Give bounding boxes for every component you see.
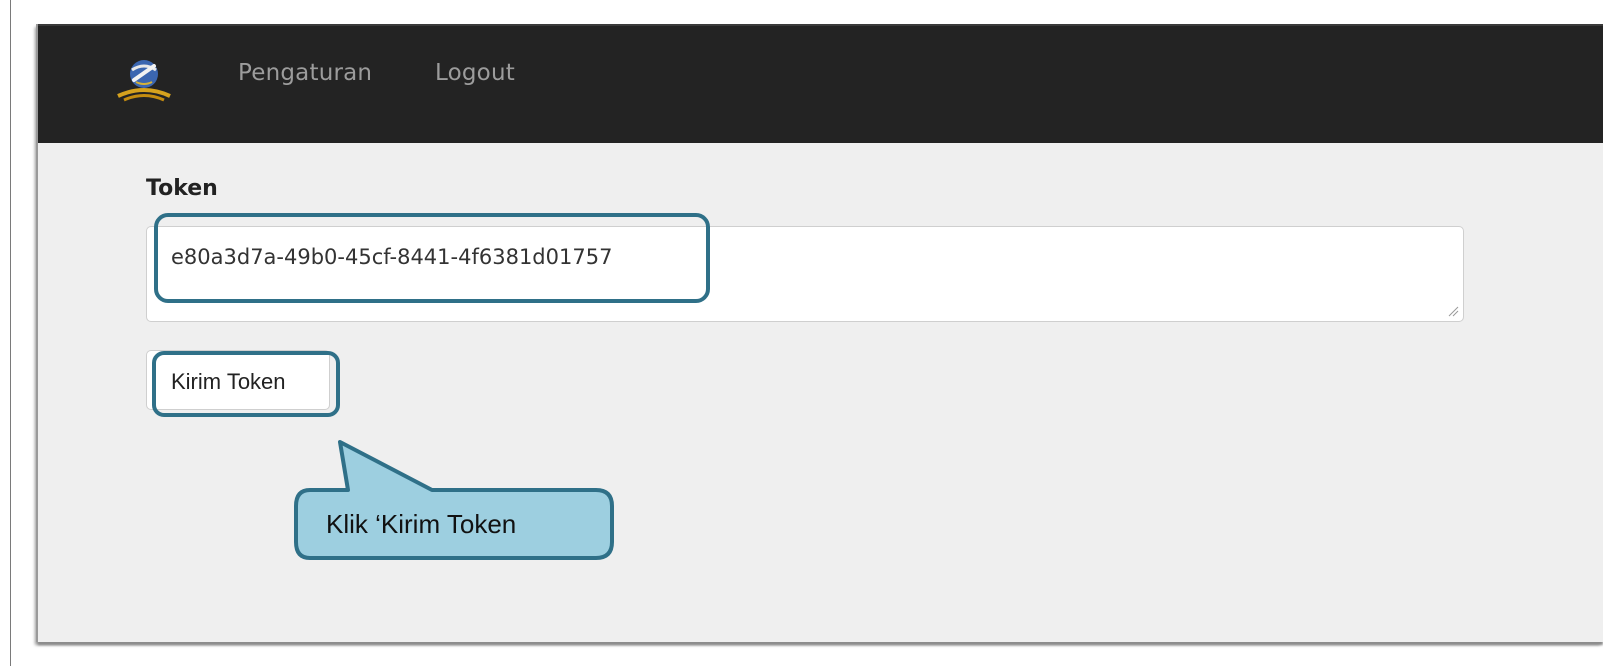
resize-grip-icon[interactable]: [1447, 305, 1459, 317]
instruction-callout: [294, 440, 614, 560]
page-left-rule: [10, 0, 11, 666]
token-highlight-box: [154, 213, 710, 303]
top-navbar: Pengaturan Logout: [38, 24, 1603, 143]
button-highlight-box: [152, 351, 340, 417]
nav-link-logout[interactable]: Logout: [435, 60, 515, 86]
token-label: Token: [146, 176, 218, 201]
browser-window: Pengaturan Logout Token e80a3d7a-49b0-45…: [38, 24, 1603, 642]
emblem-logo-icon[interactable]: [114, 56, 174, 106]
callout-text: Klik ‘Kirim Token: [326, 509, 517, 539]
nav-link-pengaturan[interactable]: Pengaturan: [238, 60, 372, 86]
